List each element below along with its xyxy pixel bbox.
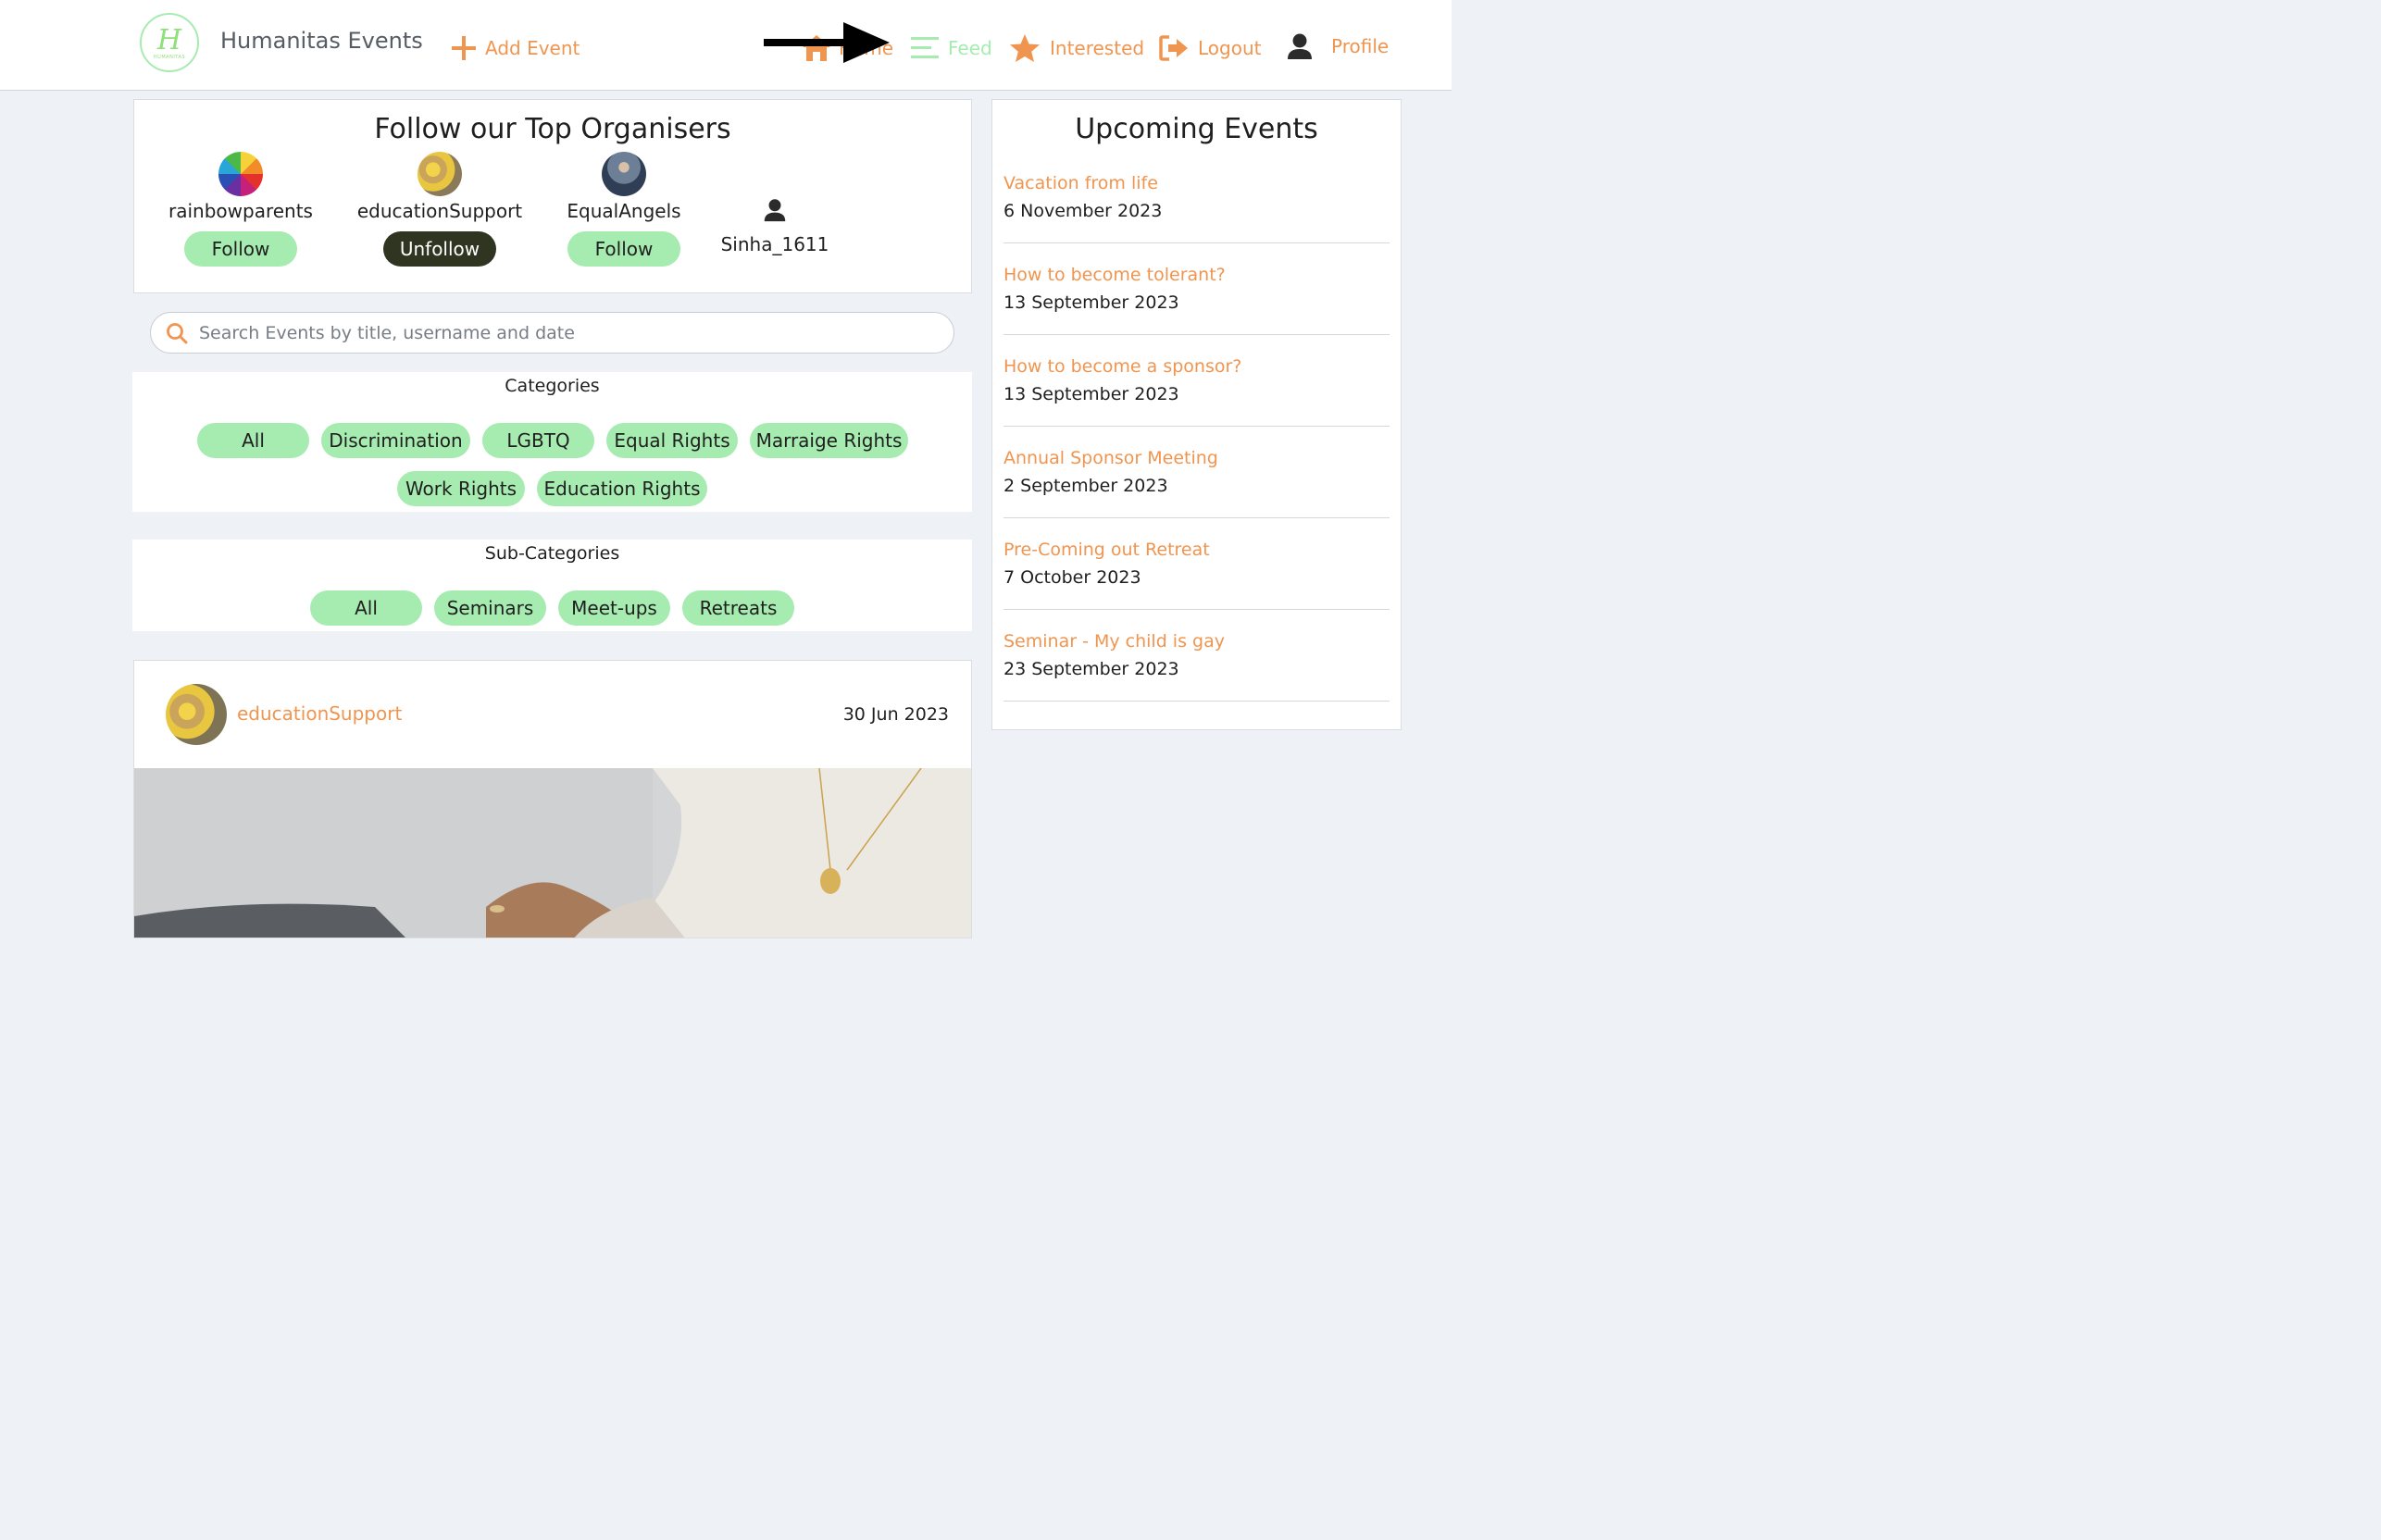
post-date: 30 Jun 2023 bbox=[842, 704, 949, 725]
categories-title: Categories bbox=[505, 376, 600, 396]
unfollow-button[interactable]: Unfollow bbox=[383, 231, 496, 267]
avatar[interactable] bbox=[218, 152, 263, 196]
avatar[interactable] bbox=[418, 152, 462, 196]
plus-icon bbox=[452, 36, 476, 60]
category-chip-all[interactable]: All bbox=[197, 423, 309, 458]
divider bbox=[1004, 517, 1390, 518]
divider bbox=[1004, 426, 1390, 427]
organiser-name[interactable]: EqualAngels bbox=[536, 200, 712, 222]
event-date: 23 September 2023 bbox=[1004, 659, 1179, 679]
event-title-link[interactable]: Seminar - My child is gay bbox=[1004, 631, 1390, 652]
brand-logo[interactable]: H HUMANITAS bbox=[140, 13, 199, 72]
upcoming-event-item: Seminar - My child is gay 23 September 2… bbox=[1004, 631, 1390, 679]
top-navbar: H HUMANITAS Humanitas Events Add Event H… bbox=[0, 0, 1452, 91]
organiser-sinha: Sinha_1611 bbox=[687, 198, 863, 255]
upcoming-title: Upcoming Events bbox=[1075, 113, 1318, 145]
feed-label: Feed bbox=[948, 37, 992, 59]
add-event-label: Add Event bbox=[485, 37, 580, 59]
logo-small-text: HUMANITAS bbox=[153, 55, 186, 60]
divider bbox=[1004, 609, 1390, 610]
organiser-name[interactable]: educationSupport bbox=[352, 200, 528, 222]
search-input[interactable] bbox=[197, 321, 923, 344]
upcoming-event-item: How to become tolerant? 13 September 202… bbox=[1004, 265, 1390, 313]
user-icon[interactable] bbox=[763, 198, 787, 222]
post-username[interactable]: educationSupport bbox=[237, 702, 402, 725]
star-icon bbox=[1010, 34, 1040, 62]
user-icon bbox=[1288, 33, 1312, 59]
menu-lines-icon bbox=[911, 37, 939, 58]
category-chip-education-rights[interactable]: Education Rights bbox=[537, 471, 707, 506]
organiser-educationsupport: educationSupport Unfollow bbox=[352, 152, 528, 267]
organiser-rainbowparents: rainbowparents Follow bbox=[153, 152, 329, 267]
subcategory-chip-all[interactable]: All bbox=[310, 590, 422, 626]
follow-button[interactable]: Follow bbox=[567, 231, 680, 267]
top-organisers-card: Follow our Top Organisers rainbowparents… bbox=[133, 99, 972, 293]
divider bbox=[1004, 242, 1390, 243]
profile-link[interactable]: Profile bbox=[1287, 28, 1389, 65]
category-chip-work-rights[interactable]: Work Rights bbox=[397, 471, 525, 506]
event-date: 13 September 2023 bbox=[1004, 384, 1179, 404]
organiser-equalangels: EqualAngels Follow bbox=[536, 152, 712, 267]
divider bbox=[1004, 701, 1390, 702]
event-title-link[interactable]: Annual Sponsor Meeting bbox=[1004, 448, 1390, 468]
organiser-name[interactable]: rainbowparents bbox=[153, 200, 329, 222]
event-date: 6 November 2023 bbox=[1004, 201, 1163, 221]
divider bbox=[1004, 334, 1390, 335]
subcategories-title: Sub-Categories bbox=[484, 543, 620, 564]
subcategories-panel: Sub-Categories All Seminars Meet-ups Ret… bbox=[132, 540, 972, 631]
event-title-link[interactable]: How to become a sponsor? bbox=[1004, 356, 1390, 377]
avatar[interactable] bbox=[602, 152, 646, 196]
feed-link[interactable]: Feed bbox=[911, 30, 992, 67]
interested-label: Interested bbox=[1050, 37, 1145, 59]
search-bar bbox=[150, 312, 954, 354]
upcoming-event-item: Pre-Coming out Retreat 7 October 2023 bbox=[1004, 540, 1390, 588]
organisers-title: Follow our Top Organisers bbox=[374, 113, 731, 145]
upcoming-events-card: Upcoming Events Vacation from life 6 Nov… bbox=[991, 99, 1402, 730]
subcategory-chip-seminars[interactable]: Seminars bbox=[434, 590, 546, 626]
category-chip-equal-rights[interactable]: Equal Rights bbox=[606, 423, 738, 458]
logout-link[interactable]: Logout bbox=[1159, 30, 1261, 67]
follow-button[interactable]: Follow bbox=[184, 231, 297, 267]
search-icon bbox=[167, 322, 188, 343]
avatar[interactable] bbox=[166, 684, 227, 745]
organiser-name[interactable]: Sinha_1611 bbox=[687, 233, 863, 255]
category-chip-discrimination[interactable]: Discrimination bbox=[321, 423, 470, 458]
interested-link[interactable]: Interested bbox=[1009, 30, 1144, 67]
arrow-pointer-icon bbox=[764, 22, 890, 63]
categories-panel: Categories All Discrimination LGBTQ Equa… bbox=[132, 372, 972, 512]
brand-name[interactable]: Humanitas Events bbox=[220, 28, 423, 54]
upcoming-event-item: How to become a sponsor? 13 September 20… bbox=[1004, 356, 1390, 404]
post-image[interactable] bbox=[134, 768, 971, 938]
event-title-link[interactable]: Pre-Coming out Retreat bbox=[1004, 540, 1390, 560]
event-date: 13 September 2023 bbox=[1004, 292, 1179, 313]
upcoming-event-item: Vacation from life 6 November 2023 bbox=[1004, 173, 1390, 221]
subcategory-chip-meet-ups[interactable]: Meet-ups bbox=[558, 590, 670, 626]
subcategory-chip-retreats[interactable]: Retreats bbox=[682, 590, 794, 626]
logo-letter: H bbox=[156, 24, 182, 56]
event-title-link[interactable]: Vacation from life bbox=[1004, 173, 1390, 193]
logout-label: Logout bbox=[1198, 37, 1262, 59]
logout-icon bbox=[1159, 35, 1188, 61]
event-date: 7 October 2023 bbox=[1004, 567, 1141, 588]
add-event-link[interactable]: Add Event bbox=[452, 30, 580, 67]
event-title-link[interactable]: How to become tolerant? bbox=[1004, 265, 1390, 285]
profile-label: Profile bbox=[1331, 35, 1390, 57]
event-date: 2 September 2023 bbox=[1004, 476, 1168, 496]
upcoming-event-item: Annual Sponsor Meeting 2 September 2023 bbox=[1004, 448, 1390, 496]
category-chip-marraige-rights[interactable]: Marraige Rights bbox=[750, 423, 908, 458]
category-chip-lgbtq[interactable]: LGBTQ bbox=[482, 423, 594, 458]
event-post-card: educationSupport 30 Jun 2023 bbox=[133, 660, 972, 938]
